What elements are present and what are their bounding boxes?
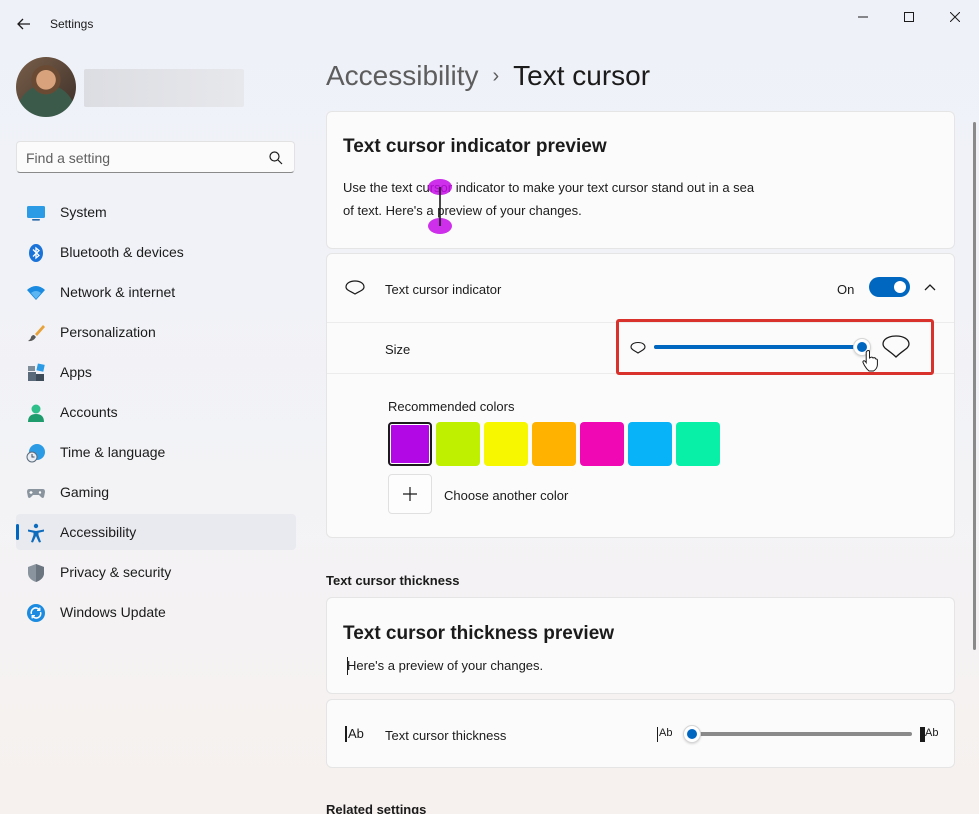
minimize-icon xyxy=(858,16,868,18)
sidebar-item-time-language[interactable]: Time & language xyxy=(16,434,296,470)
color-swatch[interactable] xyxy=(580,422,624,466)
related-settings-heading: Related settings xyxy=(326,802,427,814)
thickness-slider-thumb[interactable] xyxy=(683,725,701,743)
sidebar-item-privacy-security[interactable]: Privacy & security xyxy=(16,554,296,590)
sidebar-item-apps[interactable]: Apps xyxy=(16,354,296,390)
profile-name-redacted xyxy=(84,69,244,107)
thickness-max-glyph: Ab xyxy=(920,727,940,743)
breadcrumb-separator-icon: › xyxy=(492,64,500,87)
thickness-max-glyph-text: Ab xyxy=(925,727,939,739)
shield-icon xyxy=(26,563,46,583)
sidebar-item-label: Windows Update xyxy=(60,604,166,620)
thickness-min-bar xyxy=(657,727,659,742)
text-cursor-indicator-toggle[interactable] xyxy=(869,277,910,297)
chevron-up-icon[interactable] xyxy=(924,283,936,293)
close-button[interactable] xyxy=(932,4,978,30)
breadcrumb-parent[interactable]: Accessibility xyxy=(326,60,478,92)
thickness-preview-title: Text cursor thickness preview xyxy=(343,623,615,644)
thickness-preview-text: Here's a preview of your changes. xyxy=(347,658,544,673)
color-swatch[interactable] xyxy=(532,422,576,466)
choose-another-color-label[interactable]: Choose another color xyxy=(444,488,568,503)
indicator-preview-title: Text cursor indicator preview xyxy=(343,136,607,157)
sidebar-item-network[interactable]: Network & internet xyxy=(16,274,296,310)
text-cursor-indicator-icon xyxy=(345,280,365,295)
thickness-min-glyph: Ab xyxy=(657,727,677,743)
gamepad-icon xyxy=(26,483,46,503)
scrollbar[interactable] xyxy=(973,122,976,650)
sidebar-item-label: Network & internet xyxy=(60,284,176,300)
color-swatch[interactable] xyxy=(484,422,528,466)
indicator-preview-line1: Use the text cursor indicator to make yo… xyxy=(343,180,755,195)
recommended-colors-label: Recommended colors xyxy=(388,399,515,414)
indicator-toggle-state: On xyxy=(837,282,855,297)
search-icon[interactable] xyxy=(268,150,284,166)
plus-icon xyxy=(403,487,417,501)
thickness-section-heading: Text cursor thickness xyxy=(326,573,460,588)
bluetooth-icon xyxy=(26,243,46,263)
sidebar-item-label: Bluetooth & devices xyxy=(60,244,184,260)
sidebar-item-label: Accounts xyxy=(60,404,118,420)
color-swatch[interactable] xyxy=(628,422,672,466)
title-bar: Settings xyxy=(0,0,979,48)
toggle-knob xyxy=(894,281,906,293)
wifi-icon xyxy=(26,283,46,303)
accessibility-icon xyxy=(26,523,46,543)
text-cursor-indicator-label: Text cursor indicator xyxy=(385,282,502,297)
thickness-preview-card: Text cursor thickness preview Here's a p… xyxy=(326,597,955,694)
person-icon xyxy=(26,403,46,423)
sidebar-item-label: Apps xyxy=(60,364,92,380)
sidebar-item-system[interactable]: System xyxy=(16,194,296,230)
indicator-preview-line2: of text. Here's a preview of your change… xyxy=(343,203,582,218)
minimize-button[interactable] xyxy=(840,4,886,30)
back-button[interactable] xyxy=(10,12,38,36)
add-color-button[interactable] xyxy=(388,474,432,514)
search-input[interactable] xyxy=(26,149,266,167)
search-box[interactable] xyxy=(16,141,295,173)
update-icon xyxy=(26,603,46,623)
close-icon xyxy=(950,12,960,22)
text-cursor-indicator-preview-icon xyxy=(428,179,452,234)
sidebar-item-label: System xyxy=(60,204,107,220)
sidebar-item-bluetooth[interactable]: Bluetooth & devices xyxy=(16,234,296,270)
text-cursor-thickness-label: Text cursor thickness xyxy=(385,728,507,743)
sidebar-item-accessibility[interactable]: Accessibility xyxy=(16,514,296,550)
thickness-icon: Ab xyxy=(344,726,366,742)
sidebar-item-label: Gaming xyxy=(60,484,110,500)
app-title: Settings xyxy=(50,17,94,31)
thickness-preview-cursor xyxy=(347,657,348,675)
thickness-icon-glyph: Ab xyxy=(348,726,364,741)
apps-icon xyxy=(26,363,46,383)
arrow-left-icon xyxy=(17,18,30,30)
indicator-preview-card: Text cursor indicator preview Use the te… xyxy=(326,111,955,249)
sidebar-item-personalization[interactable]: Personalization xyxy=(16,314,296,350)
color-swatch[interactable] xyxy=(676,422,720,466)
sidebar-nav: System Bluetooth & devices Network & int… xyxy=(16,194,296,634)
sidebar-item-label: Time & language xyxy=(60,444,166,460)
sidebar-item-label: Personalization xyxy=(60,324,156,340)
color-swatch[interactable] xyxy=(436,422,480,466)
sidebar-item-accounts[interactable]: Accounts xyxy=(16,394,296,430)
size-label: Size xyxy=(385,342,411,357)
sidebar-item-gaming[interactable]: Gaming xyxy=(16,474,296,510)
avatar[interactable] xyxy=(16,57,76,117)
thickness-min-glyph-text: Ab xyxy=(659,727,673,739)
sidebar-item-windows-update[interactable]: Windows Update xyxy=(16,594,296,630)
thickness-slider-track[interactable] xyxy=(692,732,912,736)
page-title: Text cursor xyxy=(513,60,651,91)
size-slider-highlight xyxy=(616,319,934,375)
color-swatch[interactable] xyxy=(388,422,432,466)
brush-icon xyxy=(26,323,46,343)
sidebar-item-label: Accessibility xyxy=(60,524,137,540)
sidebar-item-label: Privacy & security xyxy=(60,564,172,580)
maximize-button[interactable] xyxy=(886,4,932,30)
breadcrumb: Accessibility › Text cursor xyxy=(326,58,650,94)
maximize-icon xyxy=(904,12,914,22)
thickness-icon-bar xyxy=(345,726,347,742)
monitor-icon xyxy=(26,203,46,223)
clock-globe-icon xyxy=(26,443,46,463)
